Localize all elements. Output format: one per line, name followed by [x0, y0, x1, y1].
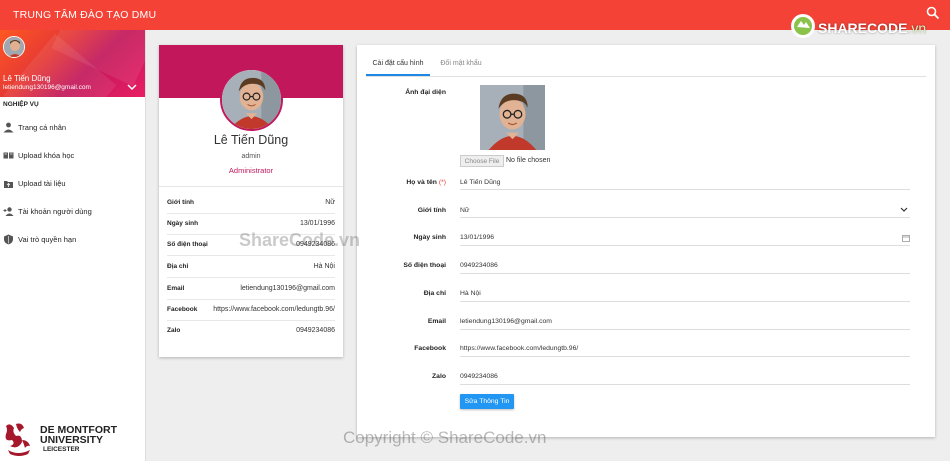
birthday-input[interactable]: 13/01/1996 [460, 234, 494, 241]
sidebar-item-profile[interactable]: Trang cá nhân [0, 118, 145, 140]
field-label-phone: Số điện thoại [403, 262, 446, 269]
email-input[interactable]: letiendung130196@gmail.com [460, 318, 552, 325]
sidebar-user-email: letiendung130196@gmail.com [3, 84, 91, 91]
sidebar-item-label: Upload khóa học [18, 151, 75, 160]
sidebar-user-header: Lê Tiến Dũng letiendung130196@gmail.com [0, 30, 145, 97]
profile-username: admin [241, 153, 261, 160]
sidebar-item-upload-document[interactable]: Upload tài liệu [0, 174, 145, 196]
info-row-zalo: Zalo 0949234086 [167, 321, 335, 342]
input-underline [460, 329, 910, 330]
logo-text: SHARECODE.vn [818, 20, 927, 36]
profile-role: Administrator [228, 166, 274, 175]
info-value: https://www.facebook.com/ledungtb.96/ [213, 306, 335, 313]
address-input[interactable]: Hà Nội [460, 290, 481, 297]
field-label-birthday: Ngày sinh [413, 234, 446, 241]
watermark-center: ShareCode.vn [239, 230, 361, 250]
upload-icon [4, 181, 13, 188]
chevron-down-icon[interactable] [127, 83, 137, 91]
search-icon[interactable] [926, 6, 940, 20]
input-underline [460, 301, 910, 302]
tab-divider [366, 76, 926, 77]
name-input[interactable]: Lê Tiến Dũng [460, 179, 500, 186]
info-row-gender: Giới tính Nữ [167, 193, 335, 214]
info-value: Hà Nội [313, 263, 335, 270]
field-label-zalo: Zalo [432, 373, 446, 380]
form-avatar-preview [480, 85, 545, 150]
tab-config[interactable]: Cài đặt cấu hình [366, 60, 430, 76]
sidebar-item-label: Vai trò quyền hạn [18, 235, 77, 244]
info-label: Facebook [167, 306, 198, 313]
info-row-facebook: Facebook https://www.facebook.com/ledung… [167, 300, 335, 321]
shield-icon [4, 234, 13, 245]
avatar-label: Ảnh đại diện [405, 89, 446, 96]
settings-card: Cài đặt cấu hình Đổi mật khẩu Ảnh đại di… [357, 45, 935, 437]
input-underline [460, 245, 910, 246]
watermark-bottom: Copyright © ShareCode.vn [343, 428, 547, 447]
university-crest-icon [5, 423, 30, 456]
section-label: NGHIỆP VỤ [3, 101, 39, 108]
university-logo: DE MONTFORT UNIVERSITY LEICESTER [2, 420, 142, 460]
info-value: letiendung130196@gmail.com [240, 285, 335, 292]
sidebar-item-roles[interactable]: Vai trò quyền hạn [0, 230, 145, 252]
calendar-icon[interactable] [902, 234, 910, 242]
gender-select[interactable]: Nữ [460, 207, 469, 214]
sidebar-item-label: Tài khoản người dùng [18, 207, 92, 216]
info-label: Zalo [167, 327, 181, 334]
info-label: Ngày sinh [167, 220, 199, 227]
info-value: 13/01/1996 [299, 220, 335, 227]
info-value: 0949234086 [296, 327, 335, 334]
sidebar-item-label: Upload tài liệu [18, 179, 66, 188]
no-file-text: No file chosen [506, 157, 551, 164]
divider [159, 186, 343, 187]
sidebar-item-user-accounts[interactable]: Tài khoản người dùng [0, 202, 145, 224]
sidebar-user-name: Lê Tiến Dũng [3, 74, 51, 83]
info-label: Email [167, 285, 185, 292]
zalo-input[interactable]: 0949234086 [460, 373, 498, 380]
info-row-address: Địa chỉ Hà Nội [167, 257, 335, 278]
input-underline [460, 356, 910, 357]
choose-file-button[interactable]: Choose File [460, 155, 504, 167]
info-label: Giới tính [167, 199, 195, 206]
input-underline [460, 217, 910, 218]
university-line2: UNIVERSITY [40, 434, 104, 446]
field-label-email: Email [427, 318, 446, 325]
field-label-gender: Giới tính [417, 207, 446, 214]
app-title: TRUNG TÂM ĐÀO TẠO DMU [13, 9, 157, 21]
info-label: Địa chỉ [167, 263, 189, 270]
info-value: Nữ [325, 199, 335, 206]
field-label-address: Địa chỉ [423, 290, 446, 297]
profile-name: Lê Tiến Dũng [213, 133, 289, 147]
university-line3: LEICESTER [43, 446, 80, 453]
profile-card: Lê Tiến Dũng admin Administrator Giới tí… [159, 45, 343, 357]
input-underline [460, 189, 910, 190]
facebook-input[interactable]: https://www.facebook.com/ledungtb.96/ [460, 345, 578, 352]
tab-change-password[interactable]: Đổi mật khẩu [436, 60, 486, 76]
person-icon [3, 122, 14, 133]
university-name: DE MONTFORT UNIVERSITY LEICESTER [40, 425, 117, 455]
phone-input[interactable]: 0949234086 [460, 262, 498, 269]
sidebar-avatar[interactable] [3, 36, 25, 58]
input-underline [460, 384, 910, 385]
logo-badge-icon [791, 14, 815, 38]
sidebar-item-upload-course[interactable]: Upload khóa học [0, 146, 145, 168]
info-row-email: Email letiendung130196@gmail.com [167, 279, 335, 300]
field-label-name: Họ và tên (*) [406, 179, 446, 186]
top-app-bar: TRUNG TÂM ĐÀO TẠO DMU SHARECODE.vn [0, 0, 950, 38]
profile-avatar [220, 68, 283, 131]
user-add-icon [3, 207, 14, 216]
input-underline [460, 273, 910, 274]
sharecode-logo: SHARECODE.vn [788, 9, 938, 43]
field-label-facebook: Facebook [414, 345, 446, 352]
book-icon [3, 152, 14, 159]
save-info-button[interactable]: Sửa Thông Tin [460, 394, 514, 409]
info-label: Số điện thoại [167, 241, 208, 248]
chevron-down-icon[interactable] [900, 207, 908, 213]
sidebar-item-label: Trang cá nhân [18, 123, 67, 132]
sidebar: Lê Tiến Dũng letiendung130196@gmail.com … [0, 30, 146, 461]
